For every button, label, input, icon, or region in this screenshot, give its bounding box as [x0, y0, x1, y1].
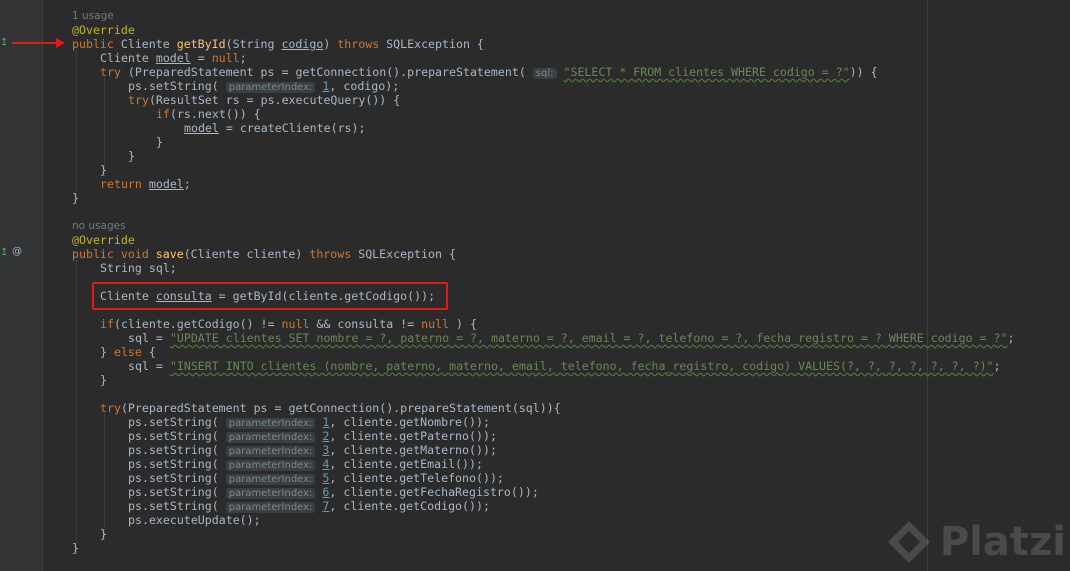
indent-guide — [104, 78, 106, 176]
code-line: Cliente model = null; — [100, 51, 247, 65]
param-hint: parameterIndex: — [225, 446, 316, 457]
at-annotation-icon[interactable]: @ — [12, 246, 22, 257]
code-line: sql = "INSERT INTO clientes (nombre, pat… — [128, 359, 1001, 373]
code-line: String sql; — [100, 261, 177, 275]
code-line: } else { — [100, 345, 156, 359]
code-line: } — [128, 149, 135, 163]
override-annotation: @Override — [72, 23, 135, 37]
code-line: if(rs.next()) { — [156, 107, 261, 121]
param-hint: parameterIndex: — [225, 460, 316, 471]
method-name-getbyid: getById — [176, 37, 226, 51]
param-hint: parameterIndex: — [225, 488, 316, 499]
editor-gutter: ↥ ↥ @ — [0, 0, 43, 571]
code-line: ps.setString( parameterIndex: 2, cliente… — [128, 429, 497, 443]
indent-guide — [104, 414, 106, 540]
code-line: ps.executeUpdate(); — [128, 513, 261, 527]
param-hint: parameterIndex: — [225, 502, 316, 513]
platzi-watermark: Platzi — [884, 517, 1066, 567]
code-line: ps.setString( parameterIndex: 5, cliente… — [128, 471, 504, 485]
code-line: } — [72, 541, 79, 555]
code-line: ps.setString( parameterIndex: 1, cliente… — [128, 415, 490, 429]
code-line-highlighted: Cliente consulta = getById(cliente.getCo… — [100, 289, 436, 303]
watermark-text: Platzi — [939, 519, 1066, 565]
indent-guide — [76, 260, 78, 554]
code-line: try (PreparedStatement ps = getConnectio… — [100, 65, 878, 79]
usage-count[interactable]: no usages — [72, 219, 126, 233]
param-hint: parameterIndex: — [225, 474, 316, 485]
platzi-logo-icon — [887, 521, 930, 563]
code-line: ps.setString( parameterIndex: 7, cliente… — [128, 499, 490, 513]
indent-guide — [76, 50, 78, 204]
sql-string: "UPDATE clientes SET nombre = ?, paterno… — [169, 331, 1008, 345]
sql-string: "SELECT * FROM clientes WHERE codigo = ?… — [563, 65, 850, 79]
code-line: ps.setString( parameterIndex: 1, codigo)… — [128, 79, 400, 93]
param-hint: parameterIndex: — [225, 418, 316, 429]
override-gutter-icon-save[interactable]: ↥ — [0, 247, 8, 258]
override-annotation: @Override — [72, 233, 135, 247]
code-line: } — [100, 527, 107, 541]
override-gutter-icon[interactable]: ↥ — [0, 37, 8, 48]
right-margin-guide — [927, 0, 928, 571]
code-editor[interactable]: 1 usage @Override public Cliente getById… — [42, 0, 1070, 571]
usage-count[interactable]: 1 usage — [72, 9, 114, 23]
param-hint: sql: — [532, 68, 557, 79]
param-hint: parameterIndex: — [225, 82, 316, 93]
code-line: ps.setString( parameterIndex: 3, cliente… — [128, 443, 497, 457]
method-name-save: save — [155, 247, 184, 261]
code-line: sql = "UPDATE clientes SET nombre = ?, p… — [128, 331, 1015, 345]
sql-string: "INSERT INTO clientes (nombre, paterno, … — [169, 359, 994, 373]
code-line: return model; — [100, 177, 191, 191]
code-line: model = createCliente(rs); — [184, 121, 366, 135]
code-line: try(PreparedStatement ps = getConnection… — [100, 401, 561, 415]
code-line: try(ResultSet rs = ps.executeQuery()) { — [128, 93, 401, 107]
code-line: ps.setString( parameterIndex: 6, cliente… — [128, 485, 539, 499]
code-line: } — [100, 373, 107, 387]
code-line: ps.setString( parameterIndex: 4, cliente… — [128, 457, 483, 471]
code-line: public Cliente getById(String codigo) th… — [72, 37, 484, 51]
code-line: if(cliente.getCodigo() != null && consul… — [100, 317, 477, 331]
code-line: } — [100, 163, 107, 177]
code-line: } — [156, 135, 163, 149]
code-line: public void save(Cliente cliente) throws… — [72, 247, 456, 261]
param-hint: parameterIndex: — [225, 432, 316, 443]
code-line: } — [72, 191, 79, 205]
